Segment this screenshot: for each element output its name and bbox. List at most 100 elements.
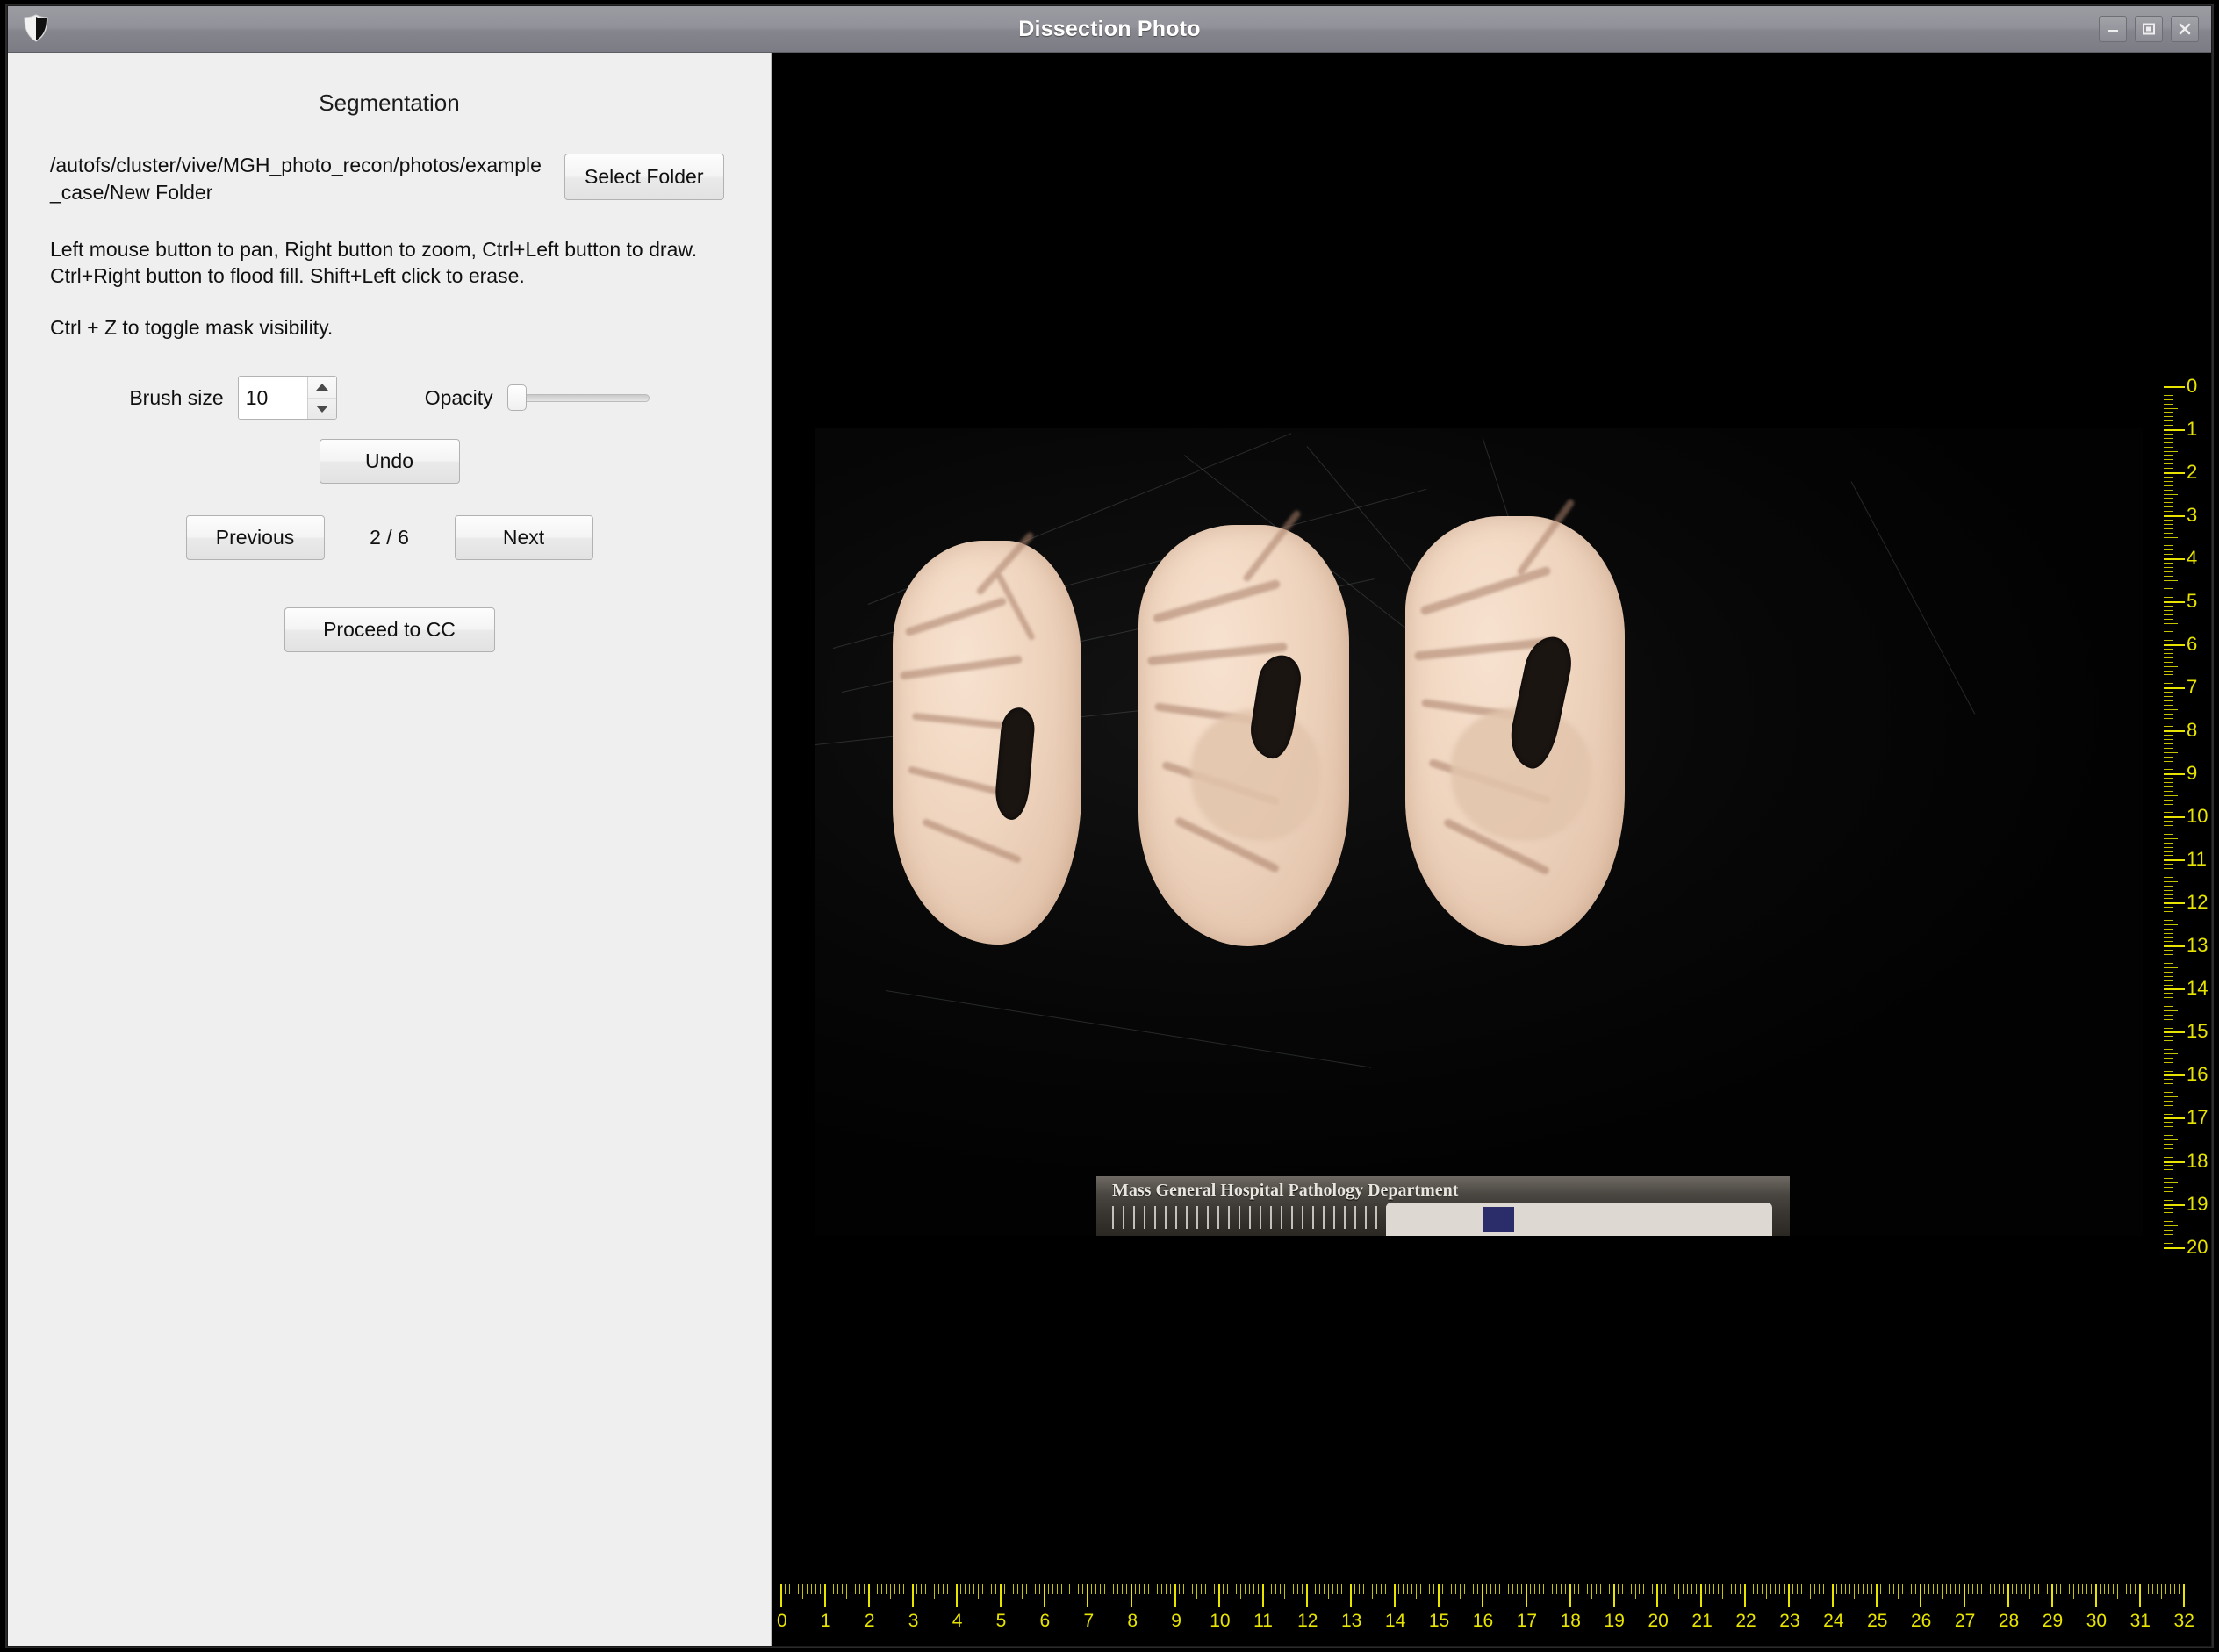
ruler-label: 10 [2187,805,2208,828]
ruler-minor-tick [1003,1584,1005,1594]
ruler-minor-tick [2024,1584,2026,1594]
ruler-minor-tick [933,1584,935,1599]
stepper-arrows[interactable] [306,377,336,420]
ruler-minor-tick [1240,1584,1242,1599]
ruler-minor-tick [2015,1584,2017,1594]
ruler-minor-tick [2164,825,2173,827]
ruler-minor-tick [2059,1584,2061,1594]
ruler-minor-tick [1498,1584,1500,1594]
ruler-minor-tick [2164,1006,2173,1008]
ruler-minor-tick [1893,1584,1895,1594]
ruler-minor-tick [1542,1584,1544,1594]
ruler-minor-tick [2164,980,2173,981]
undo-button[interactable]: Undo [319,439,460,485]
ruler-minor-tick [2164,532,2173,534]
ruler-label: 11 [2187,848,2207,871]
ruler-label: 12 [1297,1611,1318,1631]
ruler-minor-tick [2164,614,2173,615]
ruler-tick [2164,730,2185,733]
ruler-minor-tick [2037,1584,2039,1594]
image-viewer[interactable]: Mass General Hospital Pathology Departme… [772,53,2211,1646]
ruler-minor-tick [1971,1584,1973,1594]
ruler-minor-tick [2164,394,2173,396]
ruler-minor-tick [2164,545,2173,547]
previous-button[interactable]: Previous [185,515,325,561]
ruler-tick [1481,1584,1483,1607]
ruler-minor-tick [2164,519,2173,521]
minimize-icon[interactable] [2099,16,2127,42]
ruler-minor-tick [1293,1584,1295,1594]
ruler-minor-tick [2164,1139,2178,1140]
ruler-minor-tick [1441,1584,1443,1594]
opacity-slider-handle[interactable] [506,384,527,412]
ruler-minor-tick [2164,566,2173,568]
ruler-minor-tick [1025,1584,1027,1594]
stepper-down-icon[interactable] [308,399,336,420]
dissection-photo[interactable]: Mass General Hospital Pathology Departme… [815,428,2143,1236]
ruler-label: 19 [1604,1611,1625,1631]
ruler-minor-tick [2164,696,2173,697]
ruler-minor-tick [2072,1584,2074,1599]
ruler-label: 1 [820,1611,831,1631]
ruler-minor-tick [2164,657,2173,658]
ruler-minor-tick [2164,407,2178,409]
ruler-minor-tick [2164,1049,2173,1051]
ruler-minor-tick [1564,1584,1566,1594]
close-icon[interactable] [2171,16,2199,42]
ruler-minor-tick [2164,1061,2173,1063]
ruler-minor-tick [2164,631,2173,633]
ruler-minor-tick [854,1584,856,1594]
ruler-minor-tick [2164,1169,2173,1171]
ruler-minor-tick [1358,1584,1360,1594]
ruler-minor-tick [1976,1584,1978,1594]
ruler-tick [2138,1584,2141,1607]
ruler-minor-tick [1924,1584,1925,1594]
ruler-minor-tick [1362,1584,1364,1594]
ruler-minor-tick [2164,1165,2173,1167]
ruler-label: 0 [2187,375,2198,397]
ruler-minor-tick [2164,661,2173,663]
ruler-minor-tick [1591,1584,1592,1599]
ruler-minor-tick [2164,450,2178,452]
next-button[interactable]: Next [454,515,593,561]
ruler-tick [2050,1584,2053,1607]
ruler-minor-tick [2160,1584,2162,1599]
maximize-icon[interactable] [2135,16,2163,42]
ruler-minor-tick [1192,1584,1194,1594]
proceed-to-cc-button[interactable]: Proceed to CC [284,607,495,653]
brush-size-input[interactable] [238,377,307,420]
ruler-minor-tick [2164,842,2173,844]
opacity-slider[interactable] [506,382,650,413]
ruler-minor-tick [2147,1584,2149,1594]
ruler-minor-tick [1797,1584,1799,1594]
ruler-minor-tick [2164,618,2173,620]
ruler-label: 15 [1428,1611,1450,1631]
ruler-minor-tick [1928,1584,1929,1594]
ruler-minor-tick [2164,455,2173,456]
pathology-caption: Mass General Hospital Pathology Departme… [1112,1181,1459,1200]
select-folder-button[interactable]: Select Folder [564,154,724,200]
title-bar[interactable]: Dissection Photo [8,6,2211,53]
ruler-minor-tick [2164,760,2173,762]
ruler-minor-tick [2164,1208,2173,1210]
ruler-minor-tick [1836,1584,1838,1594]
ruler-minor-tick [841,1584,843,1594]
ruler-minor-tick [2068,1584,2070,1594]
ruler-minor-tick [2164,416,2173,418]
stepper-up-icon[interactable] [307,377,336,399]
ruler-label: 22 [1735,1611,1756,1631]
brush-size-stepper[interactable] [237,376,337,420]
ruler-minor-tick [2103,1584,2105,1594]
ruler-minor-tick [968,1584,970,1594]
opacity-slider-track[interactable] [515,393,650,402]
ruler-minor-tick [2164,769,2173,771]
ruler-tick [2164,386,2185,388]
ruler-label: 21 [1691,1611,1713,1631]
ruler-minor-tick [1144,1584,1145,1594]
ruler-minor-tick [2164,1143,2173,1145]
ruler-minor-tick [1494,1584,1496,1594]
ruler-minor-tick [2164,1018,2173,1020]
ruler-minor-tick [2165,1584,2166,1594]
ruler-label: 17 [2187,1106,2208,1129]
ruler-minor-tick [2164,907,2173,909]
